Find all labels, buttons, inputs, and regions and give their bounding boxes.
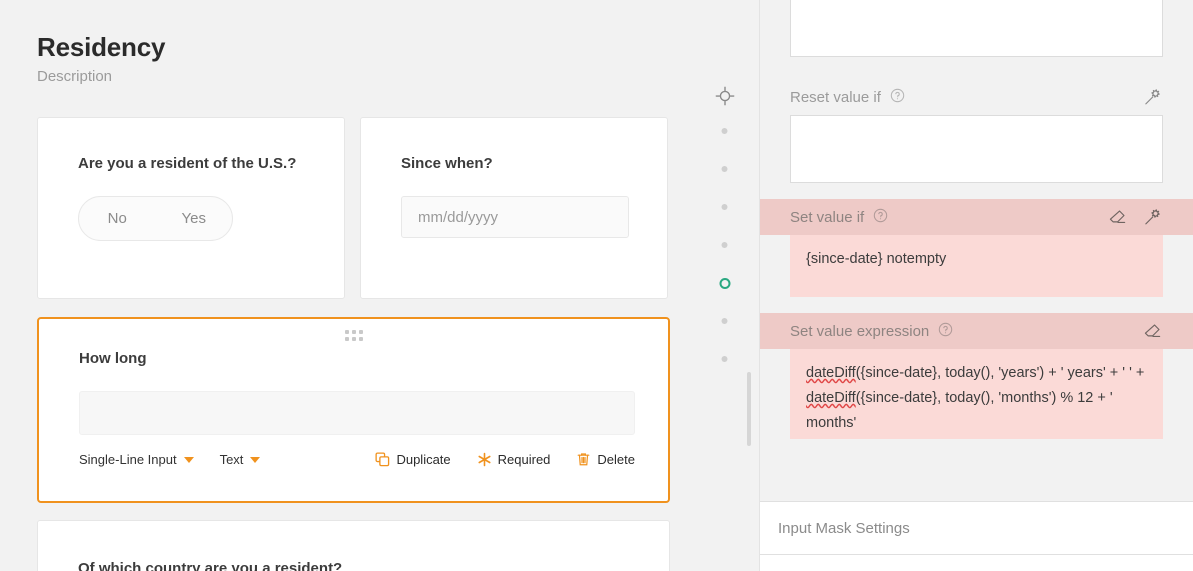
section-label: Set value if <box>790 208 865 226</box>
eraser-icon[interactable] <box>1142 321 1163 342</box>
reset-value-if-input[interactable] <box>790 115 1163 183</box>
input-mask-settings-section: Input Mask Settings <box>760 501 1193 571</box>
form-description: Description <box>37 68 113 85</box>
delete-button[interactable]: Delete <box>576 452 635 467</box>
required-label: Required <box>497 452 551 467</box>
duplicate-button[interactable]: Duplicate <box>375 452 451 467</box>
mask-settings-body <box>760 555 1193 571</box>
question-card-how-long-selected[interactable]: How long Single-Line Input Text Duplicat… <box>37 317 670 503</box>
input-type-dropdown[interactable]: Single-Line Input <box>79 452 194 467</box>
section-set-value-if: Set value if {since-date} notempty <box>760 199 1193 297</box>
question-label: Are you a resident of the U.S.? <box>78 155 297 172</box>
answer-input[interactable] <box>79 391 635 435</box>
page-dot[interactable] <box>721 356 728 362</box>
chevron-down-icon <box>183 456 194 463</box>
yes-no-toggle[interactable]: No Yes <box>78 196 233 241</box>
magic-wand-icon[interactable] <box>1142 87 1163 108</box>
set-value-if-input[interactable]: {since-date} notempty <box>790 235 1163 297</box>
required-button[interactable]: Required <box>477 452 551 467</box>
question-row: Are you a resident of the U.S.? No Yes S… <box>0 117 690 299</box>
section-header: Set value if <box>760 199 1193 235</box>
help-icon[interactable] <box>938 322 953 341</box>
question-label: Since when? <box>401 155 493 172</box>
form-builder-app: Residency Description Are you a resident… <box>0 0 1193 571</box>
section-label: Set value expression <box>790 322 930 340</box>
set-value-expression-input[interactable]: dateDiff({since-date}, today(), 'years')… <box>790 349 1163 439</box>
settings-panel: Reset value if Set value if {since-date}… <box>760 0 1193 571</box>
duplicate-label: Duplicate <box>396 452 451 467</box>
page-dot[interactable] <box>721 166 728 172</box>
drag-handle-icon[interactable] <box>344 330 363 341</box>
help-icon[interactable] <box>890 88 905 107</box>
page-navigator-rail <box>690 0 760 571</box>
section-set-value-expression: Set value expression dateDiff({since-dat… <box>760 313 1193 439</box>
expression-token: ({since-date}, today(), 'years') + ' yea… <box>855 365 1145 381</box>
section-header: Reset value if <box>790 79 1163 115</box>
crosshair-icon[interactable] <box>714 85 736 112</box>
magic-wand-icon[interactable] <box>1142 207 1163 228</box>
asterisk-icon <box>477 452 492 467</box>
toggle-option-no[interactable]: No <box>79 210 156 227</box>
page-dots <box>719 128 730 394</box>
form-canvas: Residency Description Are you a resident… <box>0 0 690 571</box>
eraser-icon[interactable] <box>1107 207 1128 228</box>
delete-label: Delete <box>597 452 635 467</box>
date-input[interactable]: mm/dd/yyyy <box>401 196 629 238</box>
question-label: How long <box>79 350 147 367</box>
question-label: Of which country are you a resident? <box>78 560 343 571</box>
section-label: Reset value if <box>790 88 881 106</box>
page-dot[interactable] <box>721 318 728 324</box>
page-title: Residency <box>37 32 166 62</box>
input-mask-settings-label: Input Mask Settings <box>778 519 910 537</box>
canvas-scrollbar-thumb[interactable] <box>747 372 751 446</box>
duplicate-icon <box>375 452 390 467</box>
input-format-label: Text <box>219 452 244 467</box>
chevron-down-icon <box>250 456 261 463</box>
card-toolbar: Single-Line Input Text Duplicate Require… <box>79 452 635 467</box>
page-dot[interactable] <box>721 204 728 210</box>
trash-icon <box>576 452 591 467</box>
section-header: Set value expression <box>760 313 1193 349</box>
logic-condition-textarea-top[interactable] <box>790 0 1163 57</box>
input-mask-settings-row[interactable]: Input Mask Settings <box>760 502 1193 555</box>
page-dot[interactable] <box>721 128 728 134</box>
form-header: Residency Description <box>0 0 690 87</box>
section-reset-value-if: Reset value if <box>790 79 1163 183</box>
help-icon[interactable] <box>873 208 888 227</box>
question-card-country[interactable]: Of which country are you a resident? <box>37 520 670 571</box>
expression-token-misspelled: dateDiff <box>806 390 856 406</box>
page-dot[interactable] <box>721 242 728 248</box>
question-card-residency[interactable]: Are you a resident of the U.S.? No Yes <box>37 117 345 299</box>
toggle-option-yes[interactable]: Yes <box>156 210 233 227</box>
page-dot-active[interactable] <box>719 278 730 289</box>
input-format-dropdown[interactable]: Text <box>220 452 261 467</box>
question-card-since-when[interactable]: Since when? mm/dd/yyyy <box>360 117 668 299</box>
input-type-label: Single-Line Input <box>79 452 177 467</box>
expression-token-misspelled: dateDiff <box>806 365 856 381</box>
